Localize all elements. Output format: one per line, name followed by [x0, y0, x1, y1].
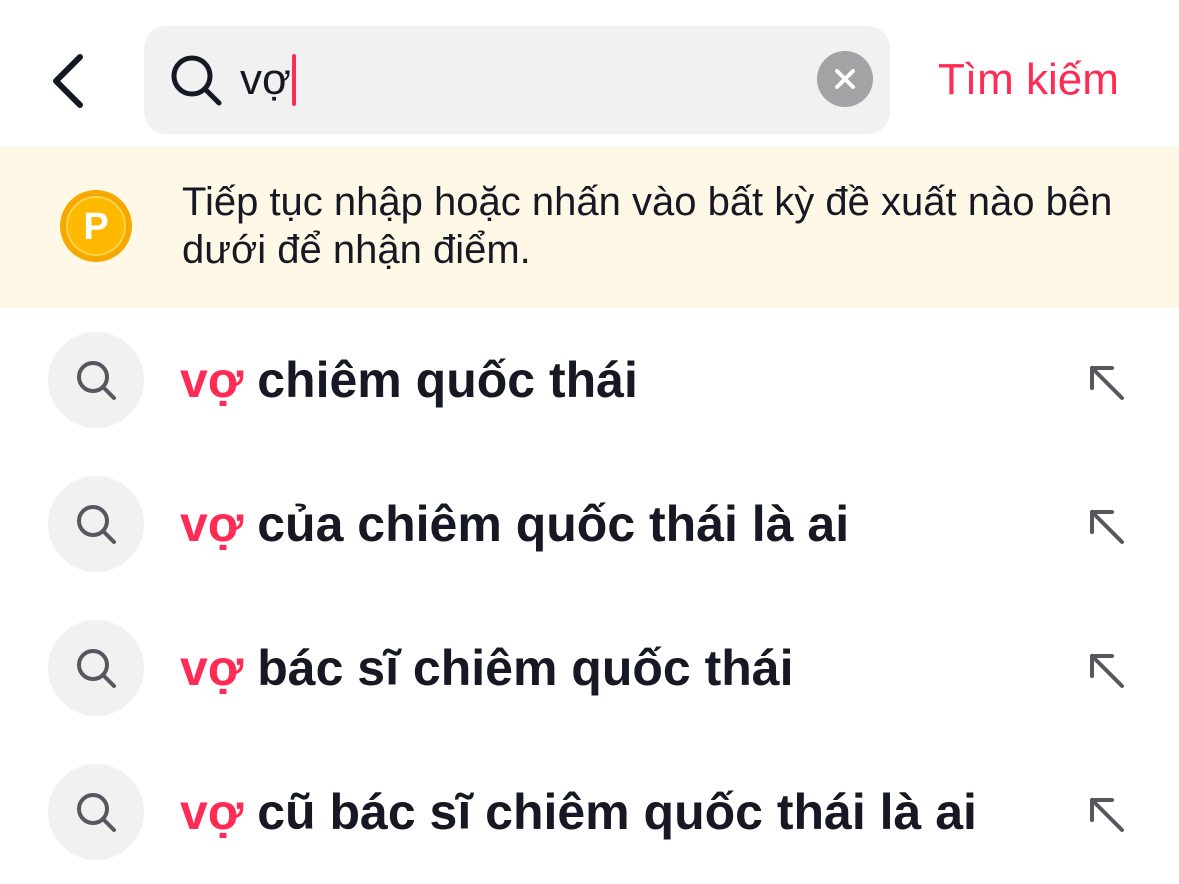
- fill-query-button[interactable]: [1080, 644, 1132, 696]
- arrow-up-left-icon: [1090, 798, 1124, 832]
- banner-message: Tiếp tục nhập hoặc nhấn vào bất kỳ đề xu…: [182, 180, 1113, 272]
- search-box[interactable]: vợ: [144, 26, 890, 134]
- search-icon: [77, 649, 116, 688]
- suggestion-rest: của chiêm quốc thái là ai: [243, 496, 850, 552]
- search-icon: [77, 361, 116, 400]
- suggestion-item[interactable]: vợ bác sĩ chiêm quốc thái: [0, 596, 1179, 740]
- suggestion-search-icon-badge: [48, 332, 144, 428]
- fill-query-button[interactable]: [1080, 500, 1132, 552]
- points-coin-icon: P: [60, 190, 132, 262]
- search-icon: [77, 793, 116, 832]
- fill-query-button[interactable]: [1080, 788, 1132, 840]
- clear-search-button[interactable]: [817, 51, 873, 107]
- search-input-value: vợ: [240, 55, 291, 104]
- suggestion-item[interactable]: vợ chiêm quốc thái: [0, 308, 1179, 452]
- suggestion-rest: bác sĩ chiêm quốc thái: [243, 640, 794, 696]
- suggestion-match: vợ: [180, 496, 244, 552]
- suggestion-search-icon-badge: [48, 476, 144, 572]
- search-icon: [171, 55, 222, 106]
- suggestion-text: vợ cũ bác sĩ chiêm quốc thái là ai: [180, 780, 977, 844]
- clear-x-icon: [835, 69, 855, 89]
- suggestion-match: vợ: [180, 352, 244, 408]
- arrow-up-left-icon: [1090, 654, 1124, 688]
- suggestion-match: vợ: [180, 784, 244, 840]
- arrow-up-left-icon: [1090, 366, 1124, 400]
- search-submit-button[interactable]: Tìm kiếm: [938, 52, 1119, 108]
- search-icon: [77, 505, 116, 544]
- fill-query-button[interactable]: [1080, 356, 1132, 408]
- points-banner: P Tiếp tục nhập hoặc nhấn vào bất kỳ đề …: [0, 146, 1179, 308]
- suggestion-match: vợ: [180, 640, 244, 696]
- suggestion-item[interactable]: vợ cũ bác sĩ chiêm quốc thái là ai: [0, 740, 1179, 884]
- suggestion-rest: cũ bác sĩ chiêm quốc thái là ai: [243, 784, 977, 840]
- arrow-up-left-icon: [1090, 510, 1124, 544]
- search-header: vợ Tìm kiếm: [0, 0, 1179, 140]
- svg-text:P: P: [83, 206, 108, 248]
- text-caret: [291, 54, 296, 106]
- suggestion-search-icon-badge: [48, 620, 144, 716]
- back-button[interactable]: [40, 46, 96, 116]
- suggestion-text: vợ của chiêm quốc thái là ai: [180, 492, 849, 556]
- chevron-left-icon: [53, 54, 83, 108]
- search-input[interactable]: vợ: [240, 50, 296, 110]
- suggestion-rest: chiêm quốc thái: [243, 352, 638, 408]
- suggestion-item[interactable]: vợ của chiêm quốc thái là ai: [0, 452, 1179, 596]
- suggestion-text: vợ chiêm quốc thái: [180, 348, 638, 412]
- suggestion-search-icon-badge: [48, 764, 144, 860]
- suggestion-text: vợ bác sĩ chiêm quốc thái: [180, 636, 794, 700]
